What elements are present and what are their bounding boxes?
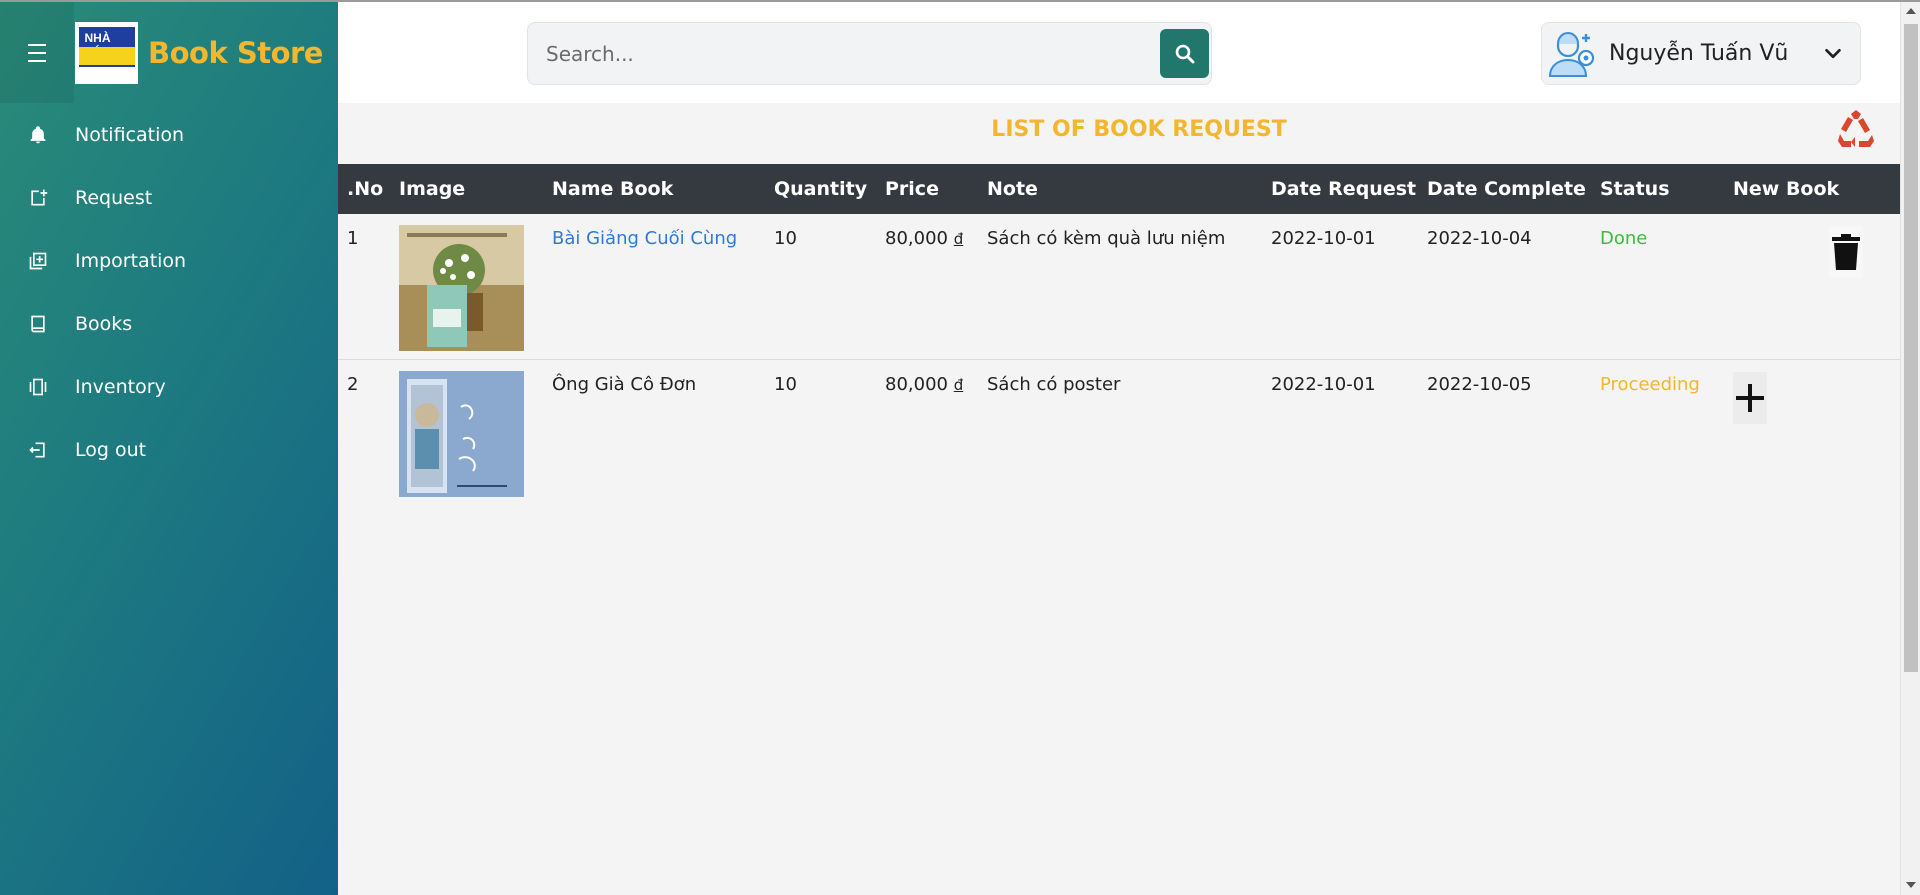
logo: NHÀ SÁCH: [75, 22, 138, 84]
row-status: Done: [1591, 214, 1724, 359]
row-note: Sách có kèm quà lưu niệm: [987, 228, 1226, 249]
row-quantity: 10: [774, 373, 797, 395]
sidebar-item-inventory[interactable]: Inventory: [0, 355, 338, 418]
sidebar-item-label: Inventory: [75, 375, 166, 398]
currency-symbol: đ: [953, 375, 964, 394]
row-date-request: 2022-10-01: [1271, 373, 1376, 395]
col-quantity: Quantity: [774, 178, 868, 200]
bell-icon: [28, 125, 48, 145]
chevron-down-icon[interactable]: [1822, 43, 1844, 65]
add-book-button[interactable]: [1733, 371, 1767, 424]
row-new-book: [1724, 214, 1900, 359]
sidebar-nav: Notification Request Importation Books I…: [0, 103, 338, 481]
col-status: Status: [1600, 178, 1670, 200]
request-icon: [28, 188, 48, 208]
search-icon: [1175, 44, 1194, 63]
import-icon: [28, 251, 48, 271]
logo-mark: NHÀ SÁCH: [78, 27, 135, 79]
row-status: Proceeding: [1591, 359, 1724, 504]
row-date-complete: 2022-10-04: [1427, 228, 1532, 249]
top-header: Nguyễn Tuấn Vũ: [338, 2, 1900, 103]
col-note: Note: [987, 178, 1038, 200]
trash-icon: [1832, 234, 1860, 270]
user-menu[interactable]: Nguyễn Tuấn Vũ: [1541, 22, 1861, 85]
page-title: LIST OF BOOK REQUEST: [991, 117, 1287, 142]
avatar-icon: [1548, 31, 1595, 77]
search-bar: [527, 22, 1212, 85]
plus-icon: [1736, 383, 1764, 412]
recycle-icon[interactable]: [1831, 106, 1879, 154]
hamburger-icon: [28, 41, 46, 65]
row-name-book[interactable]: Bài Giảng Cuối Cùng: [543, 214, 765, 359]
col-name-book: Name Book: [552, 178, 674, 200]
price-value: 80,000: [885, 228, 948, 249]
col-date-request: Date Request: [1271, 178, 1417, 200]
row-price: 80,000 đ: [876, 214, 978, 359]
sidebar-item-label: Log out: [75, 438, 147, 461]
currency-symbol: đ: [953, 230, 964, 248]
row-price: 80,000 đ: [876, 359, 978, 504]
status-badge: Proceeding: [1600, 373, 1700, 395]
col-price: Price: [885, 178, 939, 200]
main-content: LIST OF BOOK REQUEST .No Image Name Book…: [338, 103, 1900, 895]
sidebar-item-books[interactable]: Books: [0, 292, 338, 355]
search-input[interactable]: [528, 23, 1138, 84]
status-badge: Done: [1600, 228, 1648, 249]
row-date-complete: 2022-10-05: [1427, 373, 1532, 395]
row-new-book: [1724, 359, 1900, 504]
row-note: Sách có poster: [987, 373, 1121, 395]
sidebar-item-label: Notification: [75, 123, 185, 146]
row-no: 2: [347, 373, 359, 395]
vertical-scrollbar[interactable]: [1900, 2, 1920, 895]
price-value: 80,000: [885, 373, 948, 395]
row-quantity: 10: [774, 228, 797, 249]
search-button[interactable]: [1160, 29, 1209, 78]
scroll-up-arrow-icon[interactable]: [1906, 8, 1916, 14]
inventory-icon: [28, 377, 48, 397]
row-image-cell: [390, 359, 543, 504]
delete-button[interactable]: [1829, 226, 1863, 278]
scroll-down-arrow-icon[interactable]: [1906, 882, 1916, 888]
sidebar-header: NHÀ SÁCH Book Store: [0, 2, 338, 103]
book-icon: [28, 314, 48, 334]
sidebar-item-label: Request: [75, 186, 153, 209]
user-name: Nguyễn Tuấn Vũ: [1609, 41, 1789, 66]
col-no: .No: [347, 178, 384, 200]
sidebar-item-notification[interactable]: Notification: [0, 103, 338, 166]
col-new-book: New Book: [1733, 178, 1840, 200]
row-no: 1: [347, 228, 359, 249]
sidebar-item-importation[interactable]: Importation: [0, 229, 338, 292]
sidebar-item-logout[interactable]: Log out: [0, 418, 338, 481]
table-row: 1 Bài Giảng Cuối Cùng 10 80,000 đ Sách c…: [338, 214, 1900, 359]
table-header-row: .No Image Name Book Quantity Price Note …: [338, 164, 1900, 214]
logout-icon: [28, 440, 48, 460]
row-name-book: Ông Già Cô Đơn: [552, 373, 697, 395]
request-table: .No Image Name Book Quantity Price Note …: [338, 164, 1900, 504]
col-image: Image: [399, 178, 466, 200]
sidebar-item-label: Importation: [75, 249, 187, 272]
sidebar-item-label: Books: [75, 312, 133, 335]
brand-title: Book Store: [148, 36, 323, 70]
sidebar-item-request[interactable]: Request: [0, 166, 338, 229]
menu-toggle-button[interactable]: [0, 2, 74, 103]
book-name-link[interactable]: Bài Giảng Cuối Cùng: [552, 228, 737, 249]
row-date-request: 2022-10-01: [1271, 228, 1376, 249]
sidebar: NHÀ SÁCH Book Store Notification Request…: [0, 2, 338, 895]
table-row: 2 Ông Già Cô Đơn 10 80,000 đ Sách có pos…: [338, 359, 1900, 504]
scrollbar-thumb[interactable]: [1904, 24, 1918, 672]
book-cover-image[interactable]: [399, 370, 524, 497]
col-date-complete: Date Complete: [1427, 178, 1586, 200]
book-cover-image[interactable]: [399, 225, 524, 351]
row-image-cell: [390, 214, 543, 359]
